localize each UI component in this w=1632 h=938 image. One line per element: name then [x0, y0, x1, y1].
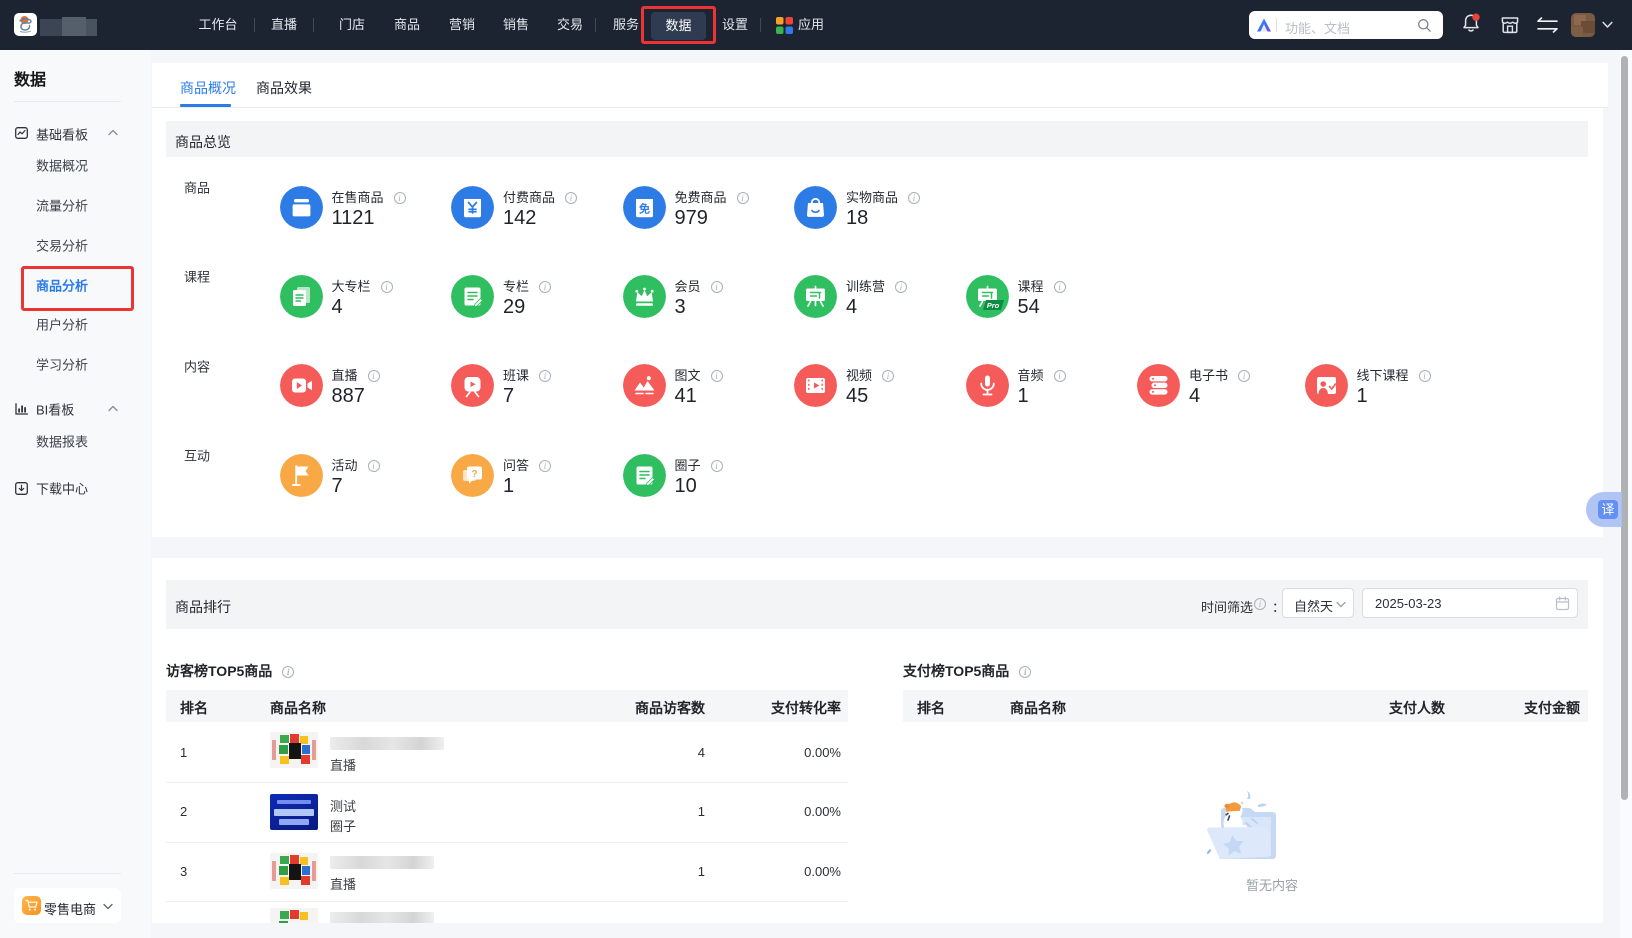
svg-text:免: 免	[639, 201, 650, 215]
svg-text:?: ?	[471, 469, 477, 480]
svg-text:Pro: Pro	[986, 301, 999, 310]
